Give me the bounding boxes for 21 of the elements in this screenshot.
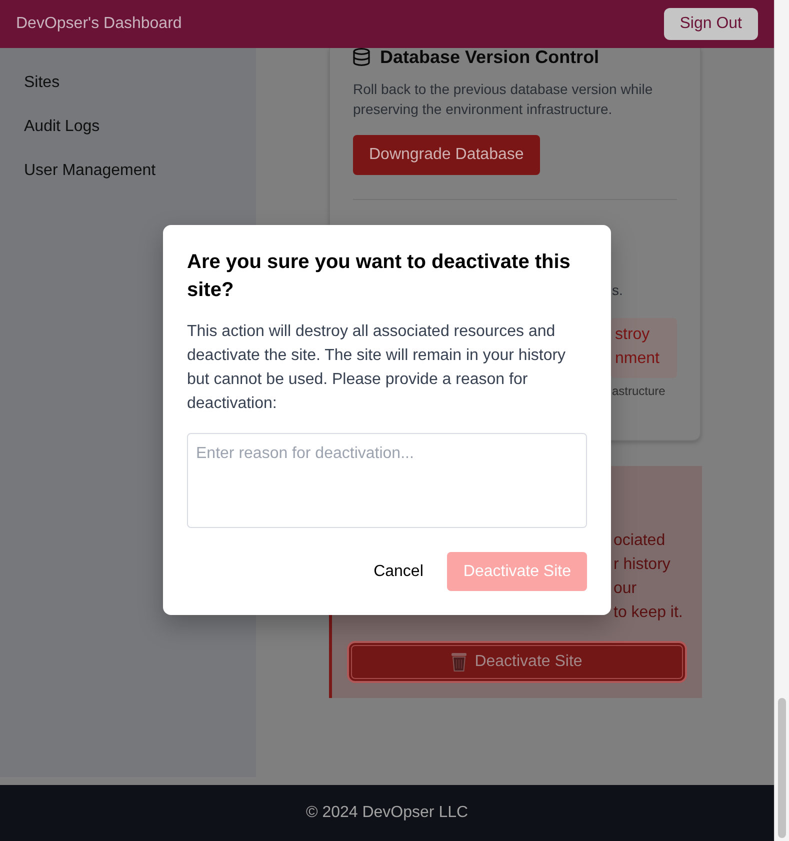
- sidebar-link[interactable]: Audit Logs: [0, 105, 124, 149]
- scrollbar-thumb[interactable]: [778, 698, 786, 838]
- dashboard-title: DevOpser's Dashboard: [16, 14, 182, 34]
- card-title: Database Version Control: [380, 48, 600, 66]
- sign-out-button[interactable]: Sign Out: [664, 8, 758, 40]
- description-text: s.: [612, 281, 623, 300]
- reason-field[interactable]: Enter reason for deactivation...: [187, 433, 587, 528]
- database-icon: [353, 48, 370, 66]
- note-text: astructure: [612, 383, 666, 399]
- copyright-text: © 2024 DevOpser LLC: [306, 803, 468, 823]
- cancel-button[interactable]: Cancel: [358, 552, 440, 591]
- trash-can-icon: [450, 652, 467, 672]
- sidebar-link[interactable]: User Management: [0, 149, 180, 193]
- sidebar-link[interactable]: Sites: [0, 61, 84, 105]
- downgrade-database-button[interactable]: Downgrade Database: [353, 135, 540, 175]
- dialog-title: Are you sure you want to deactivate this site?: [187, 250, 572, 303]
- danger-warning-text: ociated r history our to keep it.: [614, 531, 683, 623]
- dialog-message: This action will destroy all associated resources and deactivate the site. The site will remain in your history but cannot be used. Please provide a reason for deactivation:: [187, 322, 567, 414]
- card-description: Roll back to the previous database version while preserving the environment infrastructure.: [353, 80, 654, 119]
- deactivate-site-button[interactable]: Deactivate Site: [346, 641, 686, 683]
- warning-text: stroy nment: [615, 325, 660, 369]
